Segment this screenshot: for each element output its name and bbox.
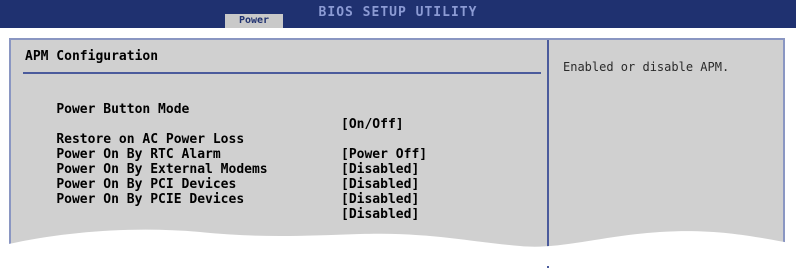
setting-label: Power On By PCIE Devices xyxy=(56,192,245,207)
section-divider xyxy=(23,72,541,74)
app-title: BIOS SETUP UTILITY xyxy=(318,5,478,20)
title-bar: BIOS SETUP UTILITY Power xyxy=(0,0,796,28)
panel-divider xyxy=(547,40,549,268)
tab-power[interactable]: Power xyxy=(225,14,283,28)
setting-label: Power Button Mode xyxy=(56,102,190,117)
main-frame: APM Configuration Power Button Mode [On/… xyxy=(9,38,785,268)
setting-value[interactable]: [Disabled] xyxy=(341,192,419,207)
setting-value[interactable]: [Disabled] xyxy=(341,207,419,222)
setting-value[interactable]: [Power Off] xyxy=(341,147,427,162)
setting-value[interactable]: [Disabled] xyxy=(341,162,419,177)
setting-value[interactable]: [Disabled] xyxy=(341,177,419,192)
setting-value[interactable]: [On/Off] xyxy=(341,117,404,132)
help-text: Enabled or disable APM. xyxy=(563,60,730,74)
section-title: APM Configuration xyxy=(25,49,159,64)
setting-power-on-by-pcie-devices[interactable]: Power On By PCIE Devices [Disabled] xyxy=(25,177,419,237)
